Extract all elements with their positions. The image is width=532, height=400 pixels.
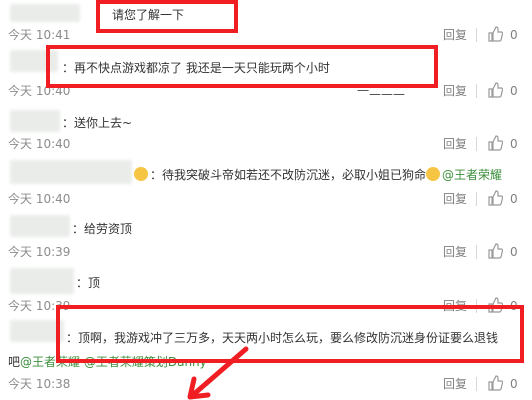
comment-text-6: ：顶	[76, 276, 101, 290]
reply-button-2[interactable]: 回复	[443, 83, 467, 99]
reply-button-3[interactable]: 回复	[443, 136, 467, 152]
thumbs-up-icon[interactable]	[487, 82, 503, 98]
separator	[476, 245, 477, 259]
like-count-5: 0	[510, 245, 518, 259]
emoji-icon	[426, 167, 441, 181]
emoji-icon	[134, 167, 148, 181]
blurred-avatar	[10, 4, 80, 22]
blurred-avatar	[10, 110, 60, 132]
reply-button-5[interactable]: 回复	[443, 244, 467, 260]
like-count-2: 0	[510, 84, 518, 98]
comment-text-7-prefix: 吧	[8, 355, 21, 369]
comment-text-4-body: ：待我突破斗帝如若还不改防沉迷，必取小姐已狗命	[150, 168, 427, 182]
reply-button-7[interactable]: 回复	[443, 376, 467, 392]
highlight-box	[56, 305, 524, 363]
separator	[476, 84, 477, 98]
comment-time-7: 今天 10:38	[8, 377, 71, 391]
arrow-annotation	[187, 346, 249, 400]
thumbs-up-icon[interactable]	[487, 243, 503, 259]
highlight-box	[96, 0, 238, 33]
comment-time-5: 今天 10:39	[8, 245, 71, 259]
comment-text-3: ：送你上去~	[62, 116, 133, 130]
mention-link[interactable]: @王者荣耀	[442, 168, 502, 182]
highlight-box	[46, 45, 438, 88]
like-count-1: 0	[510, 28, 518, 42]
like-count-4: 0	[510, 192, 518, 206]
separator	[476, 192, 477, 206]
comment-text-4: ：待我突破斗帝如若还不改防沉迷，必取小姐已狗命 @王者荣耀	[134, 167, 502, 183]
separator	[476, 28, 477, 42]
thumbs-up-icon[interactable]	[487, 375, 503, 391]
comment-time-1: 今天 10:41	[8, 28, 71, 42]
reply-button-4[interactable]: 回复	[443, 191, 467, 207]
blurred-avatar	[10, 268, 74, 294]
blurred-avatar	[10, 160, 132, 184]
thumbs-up-icon[interactable]	[487, 190, 503, 206]
comment-time-4: 今天 10:40	[8, 192, 71, 206]
like-count-3: 0	[510, 137, 518, 151]
like-count-7: 0	[510, 377, 518, 391]
separator	[476, 377, 477, 391]
comment-text-5: ：给劳资顶	[72, 222, 133, 236]
comment-time-3: 今天 10:40	[8, 137, 71, 151]
blurred-avatar	[10, 215, 70, 237]
thumbs-up-icon[interactable]	[487, 135, 503, 151]
thumbs-up-icon[interactable]	[487, 26, 503, 42]
separator	[476, 137, 477, 151]
reply-button-1[interactable]: 回复	[443, 27, 467, 43]
